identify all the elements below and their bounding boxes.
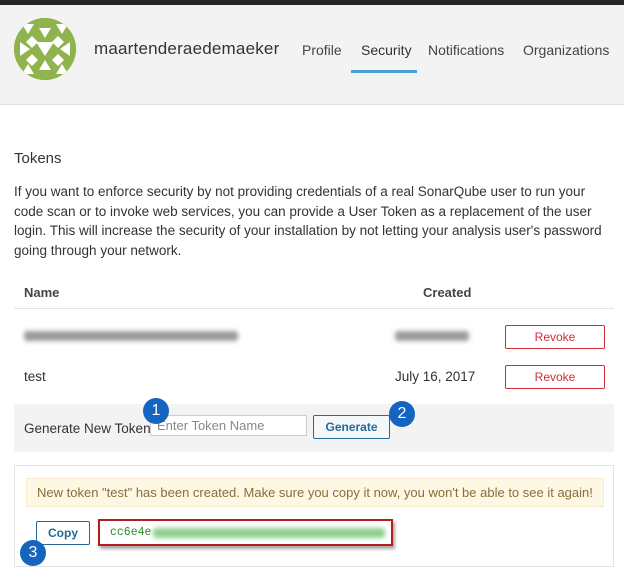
callout-badge-3: 3 [20,540,46,566]
generate-token-label: Generate New Token: [24,421,155,436]
callout-badge-2: 2 [389,401,415,427]
avatar [14,18,76,80]
avatar-identicon [14,18,76,80]
callout-badge-1: 1 [143,398,169,424]
tab-profile[interactable]: Profile [302,42,342,58]
blurred-token-value [153,528,385,538]
table-header-divider [14,308,614,309]
tab-notifications[interactable]: Notifications [428,42,504,58]
generate-button[interactable]: Generate [313,415,390,439]
tab-organizations[interactable]: Organizations [523,42,609,58]
revoke-button[interactable]: Revoke [505,325,605,349]
revoke-button[interactable]: Revoke [505,365,605,389]
token-name-input[interactable] [150,415,307,436]
username: maartenderaedemaeker [94,39,280,58]
created-column-header: Created [423,285,472,300]
tab-security[interactable]: Security [361,42,412,58]
table-row-2-created: July 16, 2017 [395,369,476,384]
table-row-2-name: test [24,369,46,384]
tokens-description: If you want to enforce security by not p… [14,184,602,258]
name-column-header: Name [24,285,60,300]
token-value[interactable]: cc6e4e [110,526,151,539]
new-token-warning: New token "test" has been created. Make … [26,478,604,507]
copy-button[interactable]: Copy [36,521,90,545]
tokens-title: Tokens [14,150,62,167]
active-tab-indicator [351,70,417,73]
blurred-token-date [395,331,469,341]
blurred-token-name [24,331,238,341]
